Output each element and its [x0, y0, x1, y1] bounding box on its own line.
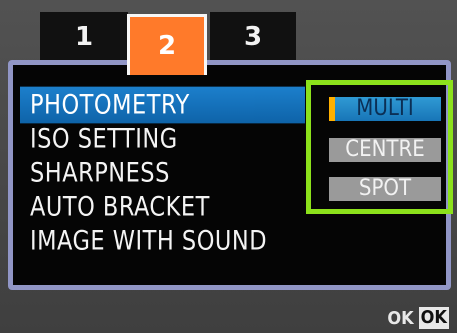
ok-hint-label: OK: [387, 307, 414, 329]
menu-item-photometry[interactable]: PHOTOMETRY: [20, 86, 305, 124]
option-label: MULTI: [356, 96, 414, 121]
option-spot[interactable]: SPOT: [329, 177, 441, 201]
tab-2[interactable]: 2: [127, 14, 207, 75]
option-label: CENTRE: [345, 137, 425, 162]
menu-item-label: AUTO BRACKET: [30, 190, 210, 223]
option-label: SPOT: [358, 176, 412, 201]
menu-item-label: SHARPNESS: [30, 156, 170, 189]
menu-item-image-with-sound[interactable]: IMAGE WITH SOUND: [20, 223, 305, 260]
tab-1-label: 1: [74, 22, 94, 52]
settings-menu: PHOTOMETRY ISO SETTING SHARPNESS AUTO BR…: [20, 86, 305, 260]
option-multi[interactable]: MULTI: [329, 97, 441, 121]
option-centre[interactable]: CENTRE: [329, 138, 441, 162]
ok-button-icon: OK: [418, 307, 449, 329]
menu-item-sharpness[interactable]: SHARPNESS: [20, 155, 305, 192]
ok-hint: OK OK: [387, 307, 449, 329]
menu-item-label: IMAGE WITH SOUND: [30, 224, 268, 257]
tab-1[interactable]: 1: [40, 12, 128, 62]
tab-3[interactable]: 3: [210, 12, 296, 62]
photometry-options-highlight: MULTI CENTRE SPOT: [306, 80, 453, 214]
menu-item-label: ISO SETTING: [30, 122, 178, 155]
menu-item-auto-bracket[interactable]: AUTO BRACKET: [20, 189, 305, 226]
menu-item-label: PHOTOMETRY: [30, 88, 190, 121]
tab-3-label: 3: [243, 22, 263, 52]
camera-menu-screen: 1 2 3 PHOTOMETRY ISO SETTING SHARPNESS A…: [0, 0, 457, 333]
menu-item-iso-setting[interactable]: ISO SETTING: [20, 121, 305, 158]
selection-marker: [329, 97, 335, 121]
tab-2-label: 2: [157, 31, 177, 61]
